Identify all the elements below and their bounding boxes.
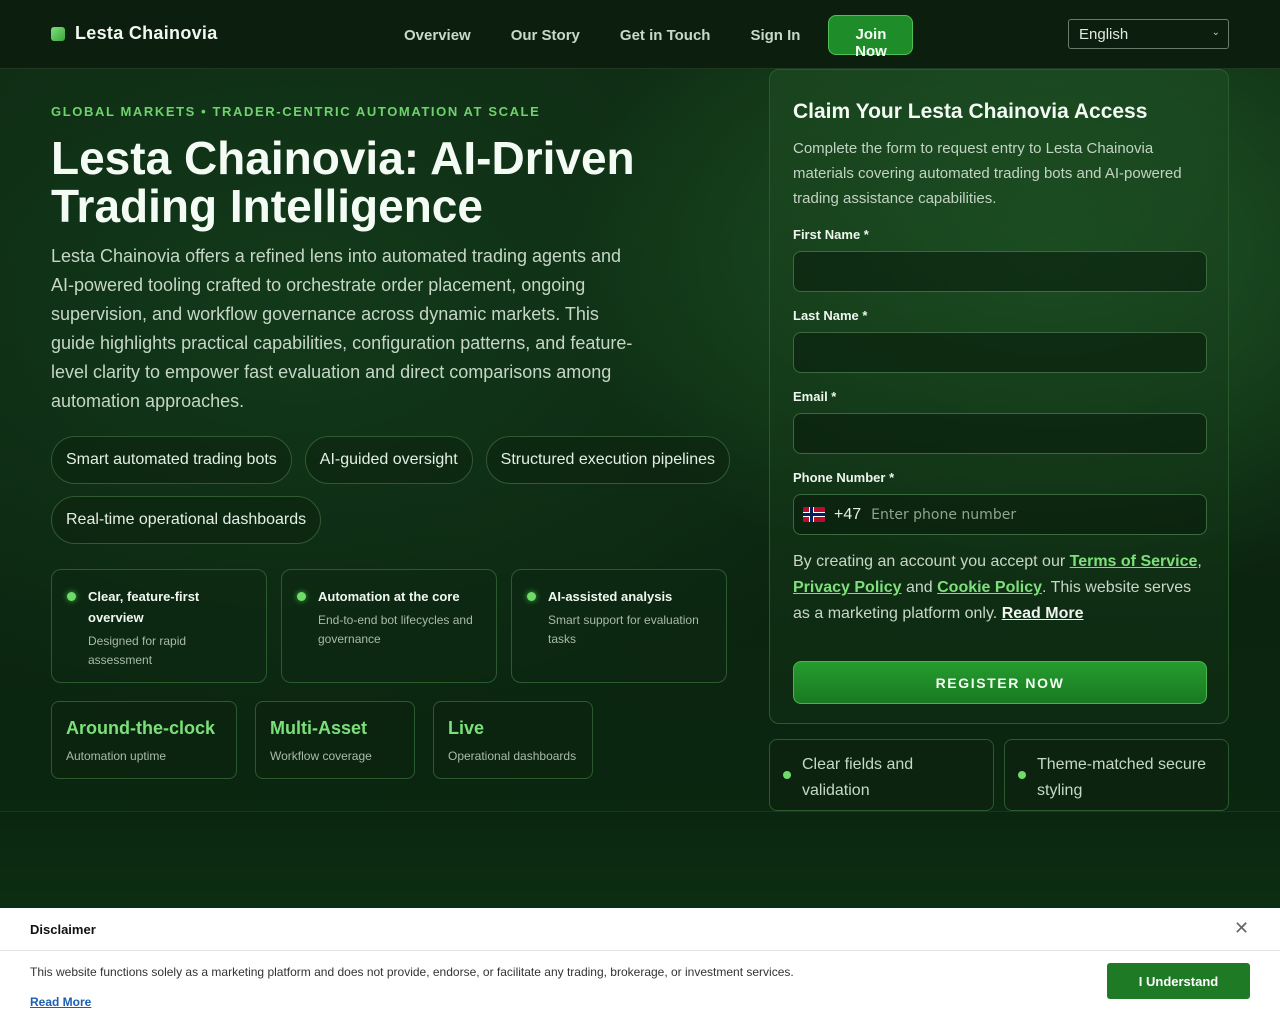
hero-eyebrow: GLOBAL MARKETS • TRADER-CENTRIC AUTOMATI… — [51, 104, 541, 119]
stat-label: Automation uptime — [66, 749, 167, 763]
assurance-text: Theme-matched secure styling — [1037, 756, 1206, 799]
feature-cards: Clear, feature-first overview Designed f… — [51, 569, 727, 683]
feature-card: Clear, feature-first overview Designed f… — [51, 569, 267, 683]
first-name-field[interactable] — [793, 251, 1207, 292]
assurance-card: Clear fields and validation — [769, 739, 994, 811]
bullet-dot-icon — [1018, 771, 1026, 779]
privacy-policy-link[interactable]: Privacy Policy — [793, 579, 902, 596]
form-description: Complete the form to request entry to Le… — [793, 140, 1182, 207]
nav-links: Overview Our Story Get in Touch Sign In … — [392, 15, 914, 60]
terms-prefix: By creating an account you accept our — [793, 553, 1070, 570]
cookie-policy-link[interactable]: Cookie Policy — [937, 579, 1042, 596]
lower-band — [0, 811, 1280, 908]
join-now-button[interactable]: Join Now — [828, 15, 914, 60]
feature-subtitle: Smart support for evaluation tasks — [548, 613, 699, 646]
disclaimer-banner: Disclaimer ✕ This website functions sole… — [0, 908, 1280, 1024]
feature-subtitle: End-to-end bot lifecycles and governance — [318, 613, 473, 646]
stat-value: Around-the-clock — [66, 718, 216, 738]
stat-card: Live Operational dashboards — [433, 701, 593, 779]
terms-and: and — [901, 579, 938, 596]
bullet-dot-icon — [297, 592, 306, 601]
brand[interactable]: Lesta Chainovia — [51, 23, 218, 44]
chevron-down-icon: ⌄ — [1211, 27, 1220, 38]
feature-title: AI-assisted analysis — [548, 589, 673, 604]
assurance-text: Clear fields and validation — [802, 756, 914, 799]
feature-title: Automation at the core — [318, 589, 460, 604]
top-nav: Lesta Chainovia Overview Our Story Get i… — [0, 0, 1280, 69]
stat-card: Around-the-clock Automation uptime — [51, 701, 237, 779]
chip-dashboards: Real-time operational dashboards — [51, 496, 322, 544]
first-name-label: First Name * — [793, 227, 869, 242]
nav-link-overview[interactable]: Overview — [392, 17, 483, 54]
disclaimer-header: Disclaimer ✕ — [0, 908, 1280, 951]
stat-label: Workflow coverage — [270, 749, 372, 763]
terms-comma: , — [1197, 553, 1202, 570]
close-icon[interactable]: ✕ — [1234, 918, 1249, 939]
brand-logo-icon — [51, 26, 65, 41]
feature-subtitle: Designed for rapid assessment — [88, 634, 187, 667]
chip-trading-bots: Smart automated trading bots — [51, 436, 292, 484]
phone-label: Phone Number * — [793, 470, 895, 485]
bullet-dot-icon — [67, 592, 76, 601]
register-now-button[interactable]: REGISTER NOW — [793, 661, 1207, 704]
feature-card: AI-assisted analysis Smart support for e… — [511, 569, 727, 683]
bullet-dot-icon — [527, 592, 536, 601]
last-name-field[interactable] — [793, 332, 1207, 373]
disclaimer-body: This website functions solely as a marke… — [30, 965, 794, 979]
language-value: English — [1079, 26, 1129, 43]
read-more-link[interactable]: Read More — [1002, 605, 1084, 622]
phone-input[interactable] — [869, 505, 1190, 524]
disclaimer-read-more-link[interactable]: Read More — [30, 995, 91, 1009]
form-title: Claim Your Lesta Chainovia Access — [793, 100, 1148, 123]
i-understand-button[interactable]: I Understand — [1107, 963, 1250, 999]
feature-chips: Smart automated trading bots AI-guided o… — [51, 436, 741, 544]
dial-code: +47 — [834, 505, 862, 523]
terms-of-service-link[interactable]: Terms of Service — [1070, 553, 1198, 570]
bullet-dot-icon — [783, 771, 791, 779]
disclaimer-title: Disclaimer — [30, 922, 96, 937]
signup-form-card: Claim Your Lesta Chainovia Access Comple… — [769, 69, 1229, 724]
nav-link-get-in-touch[interactable]: Get in Touch — [608, 17, 723, 54]
stat-label: Operational dashboards — [448, 749, 577, 763]
feature-title: Clear, feature-first overview — [88, 589, 200, 625]
last-name-label: Last Name * — [793, 308, 868, 323]
nav-link-sign-in[interactable]: Sign In — [738, 17, 812, 54]
phone-field: +47 — [793, 494, 1207, 535]
stat-card: Multi-Asset Workflow coverage — [255, 701, 415, 779]
hero-description: Lesta Chainovia offers a refined lens in… — [51, 246, 633, 411]
terms-text: By creating an account you accept our Te… — [793, 549, 1205, 627]
nav-link-our-story[interactable]: Our Story — [499, 17, 592, 54]
language-select[interactable]: English ⌄ — [1068, 19, 1229, 49]
email-label: Email * — [793, 389, 837, 404]
stat-value: Live — [448, 718, 485, 738]
email-field[interactable] — [793, 413, 1207, 454]
stat-cards: Around-the-clock Automation uptime Multi… — [51, 701, 593, 779]
stat-value: Multi-Asset — [270, 718, 368, 738]
feature-card: Automation at the core End-to-end bot li… — [281, 569, 497, 683]
assurance-card: Theme-matched secure styling — [1004, 739, 1229, 811]
hero-title: Lesta Chainovia: AI-Driven Trading Intel… — [51, 132, 635, 232]
chip-ai-oversight: AI-guided oversight — [304, 436, 473, 484]
norway-flag-icon[interactable] — [803, 507, 825, 522]
brand-name: Lesta Chainovia — [75, 23, 218, 43]
chip-execution-pipelines: Structured execution pipelines — [485, 436, 730, 484]
